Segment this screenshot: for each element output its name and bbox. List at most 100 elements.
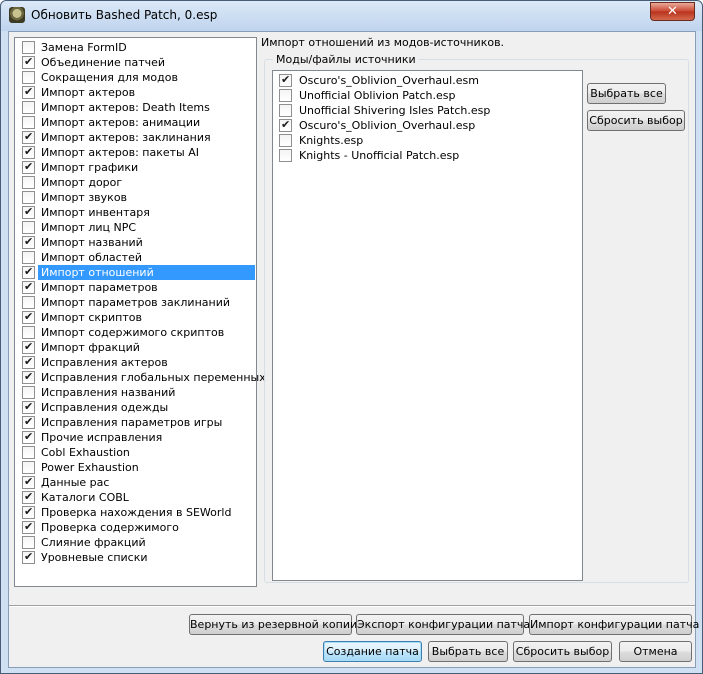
source-list[interactable]: Oscuro's_Oblivion_Overhaul.esm Unofficial… <box>272 70 583 581</box>
patcher-item[interactable]: Замена FormID <box>16 40 255 55</box>
patcher-item[interactable]: Объединение патчей <box>16 55 255 70</box>
patcher-checkbox[interactable] <box>22 490 35 504</box>
patcher-checkbox[interactable] <box>22 400 35 414</box>
sources-select-all-button[interactable]: Выбрать все <box>587 83 666 104</box>
patcher-checkbox[interactable] <box>22 101 35 114</box>
import-config-button[interactable]: Импорт конфигурации патча <box>529 614 699 635</box>
patcher-item[interactable]: Импорт инвентаря <box>16 205 255 220</box>
window-title: Обновить Bashed Patch, 0.esp <box>31 8 218 22</box>
deselect-button[interactable]: Сбросить выбор <box>513 641 612 662</box>
patcher-item[interactable]: Импорт областей <box>16 250 255 265</box>
patcher-item[interactable]: Импорт актеров: анимации <box>16 115 255 130</box>
patcher-label: Импорт актеров: заклинания <box>41 131 211 144</box>
patcher-checkbox[interactable] <box>22 386 35 399</box>
patcher-checkbox[interactable] <box>22 205 35 219</box>
source-label: Oscuro's_Oblivion_Overhaul.esm <box>299 74 479 87</box>
patcher-checkbox[interactable] <box>22 55 35 69</box>
source-checkbox[interactable] <box>279 104 292 117</box>
source-item[interactable]: Oscuro's_Oblivion_Overhaul.esm <box>274 73 579 88</box>
source-item[interactable]: Oscuro's_Oblivion_Overhaul.esp <box>274 118 579 133</box>
patcher-checkbox[interactable] <box>22 191 35 204</box>
source-item[interactable]: Knights.esp <box>274 133 579 148</box>
patcher-checkbox[interactable] <box>22 461 35 474</box>
patcher-item[interactable]: Проверка содержимого <box>16 520 255 535</box>
patcher-item[interactable]: Уровневые списки <box>16 550 255 565</box>
patcher-item[interactable]: Импорт актеров <box>16 85 255 100</box>
patcher-item[interactable]: Импорт скриптов <box>16 310 255 325</box>
patcher-item[interactable]: Power Exhaustion <box>16 460 255 475</box>
patcher-item[interactable]: Импорт фракций <box>16 340 255 355</box>
patcher-label: Импорт названий <box>41 236 143 249</box>
patcher-item[interactable]: Импорт названий <box>16 235 255 250</box>
patcher-checkbox[interactable] <box>22 85 35 99</box>
patcher-checkbox[interactable] <box>22 370 35 384</box>
source-item[interactable]: Unofficial Oblivion Patch.esp <box>274 88 579 103</box>
patcher-checkbox[interactable] <box>22 475 35 489</box>
patcher-item[interactable]: Данные рас <box>16 475 255 490</box>
patcher-checkbox[interactable] <box>22 235 35 249</box>
patcher-checkbox[interactable] <box>22 430 35 444</box>
patcher-checkbox[interactable] <box>22 116 35 129</box>
patcher-item[interactable]: Импорт актеров: заклинания <box>16 130 255 145</box>
patcher-item[interactable]: Импорт актеров: Death Items <box>16 100 255 115</box>
patcher-checkbox[interactable] <box>22 446 35 459</box>
patcher-checkbox[interactable] <box>22 265 35 279</box>
patcher-item[interactable]: Импорт параметров заклинаний <box>16 295 255 310</box>
patcher-checkbox[interactable] <box>22 296 35 309</box>
build-patch-button[interactable]: Создание патча <box>323 641 422 662</box>
close-button[interactable]: ✕ <box>650 2 695 21</box>
patcher-item[interactable]: Прочие исправления <box>16 430 255 445</box>
patcher-item[interactable]: Исправления одежды <box>16 400 255 415</box>
source-checkbox[interactable] <box>279 118 292 132</box>
patcher-checkbox[interactable] <box>22 536 35 549</box>
patcher-item[interactable]: Импорт графики <box>16 160 255 175</box>
patcher-item[interactable]: Слияние фракций <box>16 535 255 550</box>
patcher-checkbox[interactable] <box>22 550 35 564</box>
patcher-checkbox[interactable] <box>22 415 35 429</box>
patcher-item[interactable]: Импорт отношений <box>16 265 255 280</box>
select-all-button[interactable]: Выбрать все <box>428 641 508 662</box>
patcher-item[interactable]: Импорт звуков <box>16 190 255 205</box>
patcher-checkbox[interactable] <box>22 310 35 324</box>
patcher-checkbox[interactable] <box>22 221 35 234</box>
source-item[interactable]: Knights - Unofficial Patch.esp <box>274 148 579 163</box>
patcher-checkbox[interactable] <box>22 160 35 174</box>
cancel-button[interactable]: Отмена <box>619 641 692 662</box>
patcher-item[interactable]: Исправления актеров <box>16 355 255 370</box>
patcher-checkbox[interactable] <box>22 505 35 519</box>
patcher-item[interactable]: Каталоги COBL <box>16 490 255 505</box>
patcher-item[interactable]: Импорт параметров <box>16 280 255 295</box>
source-item[interactable]: Unofficial Shivering Isles Patch.esp <box>274 103 579 118</box>
patcher-checkbox[interactable] <box>22 520 35 534</box>
patcher-checkbox[interactable] <box>22 251 35 264</box>
title-bar[interactable]: Обновить Bashed Patch, 0.esp ✕ <box>1 1 702 31</box>
patcher-item[interactable]: Исправления параметров игры <box>16 415 255 430</box>
patcher-list[interactable]: Замена FormID Объединение патчей Сокращени… <box>14 37 266 587</box>
restore-backup-button[interactable]: Вернуть из резервной копии <box>189 614 357 635</box>
patcher-item[interactable]: Cobl Exhaustion <box>16 445 255 460</box>
patcher-checkbox[interactable] <box>22 71 35 84</box>
patcher-item[interactable]: Проверка нахождения в SEWorld <box>16 505 255 520</box>
patcher-item[interactable]: Импорт содержимого скриптов <box>16 325 255 340</box>
patcher-item[interactable]: Исправления названий <box>16 385 255 400</box>
patcher-checkbox[interactable] <box>22 145 35 159</box>
patcher-checkbox[interactable] <box>22 130 35 144</box>
patcher-item[interactable]: Импорт лиц NPC <box>16 220 255 235</box>
patcher-item[interactable]: Исправления глобальных переменных <box>16 370 266 385</box>
patcher-checkbox[interactable] <box>22 340 35 354</box>
patcher-checkbox[interactable] <box>22 176 35 189</box>
source-checkbox[interactable] <box>279 73 292 87</box>
sources-deselect-button[interactable]: Сбросить выбор <box>587 110 685 131</box>
patcher-checkbox[interactable] <box>22 326 35 339</box>
patcher-item[interactable]: Сокращения для модов <box>16 70 255 85</box>
patcher-item[interactable]: Импорт актеров: пакеты AI <box>16 145 255 160</box>
source-checkbox[interactable] <box>279 89 292 102</box>
patcher-checkbox[interactable] <box>22 355 35 369</box>
patcher-checkbox[interactable] <box>22 280 35 294</box>
source-checkbox[interactable] <box>279 134 292 147</box>
patcher-checkbox[interactable] <box>22 41 35 54</box>
patcher-item[interactable]: Импорт дорог <box>16 175 255 190</box>
export-config-button[interactable]: Экспорт конфигурации патча <box>356 614 530 635</box>
source-label: Unofficial Shivering Isles Patch.esp <box>299 104 491 117</box>
source-checkbox[interactable] <box>279 149 292 162</box>
